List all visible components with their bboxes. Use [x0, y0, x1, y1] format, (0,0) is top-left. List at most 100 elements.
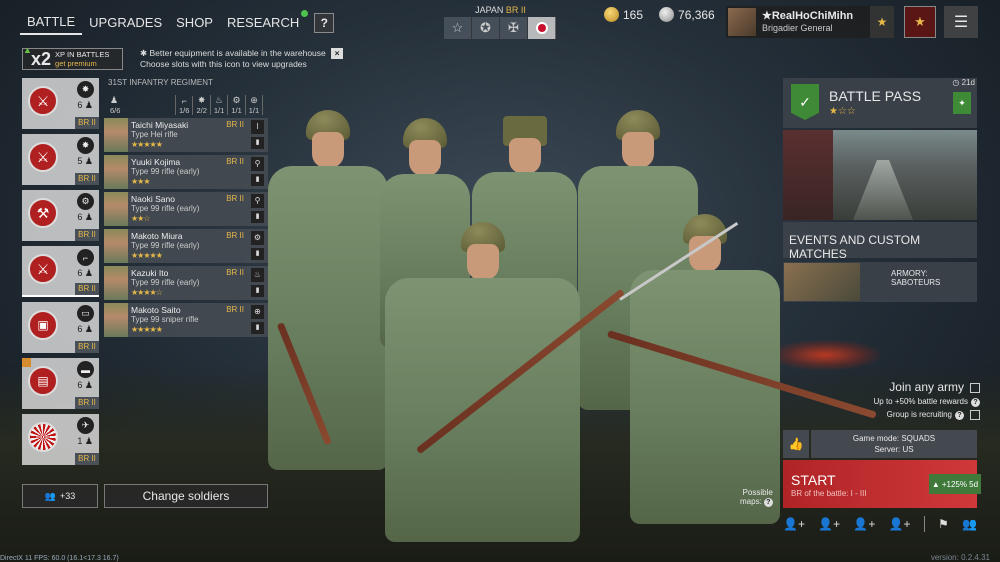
reserve-button[interactable]: 👥 +33 [22, 484, 98, 508]
soldier-name: Taichi Miyasaki [131, 120, 189, 130]
army-selector: JAPAN BR II ☆ ✪ ✠ [444, 5, 557, 39]
ammo-icon: ▮ [251, 285, 264, 297]
crosshair-icon: ⊕ [250, 95, 258, 105]
recruiting-label: Group is recruiting [886, 410, 952, 420]
group-icon[interactable]: 👥 [962, 517, 977, 531]
soldier-weapon: Type 99 rifle (early) [131, 241, 200, 250]
fire-icon: ♨ [215, 95, 224, 105]
notification-dot [301, 10, 309, 17]
soldier-row[interactable]: Makoto Miura Type 99 rifle (early) ★★★★★… [104, 229, 268, 263]
game-mode-info[interactable]: Game mode: SQUADS Server: US [811, 430, 977, 458]
xp-multiplier: ▲ x2 [23, 44, 52, 69]
invite-player-icon[interactable]: 👤+ [818, 517, 840, 531]
tab-research-label: RESEARCH [226, 15, 300, 30]
help-icon[interactable]: ? [763, 498, 773, 507]
invite-player-icon[interactable]: 👤+ [853, 517, 875, 531]
rank-star-icon: ★ [870, 6, 894, 38]
shovel-icon: ⚲ [251, 194, 264, 208]
soldier-row[interactable]: Naoki Sano Type 99 rifle (early) ★★☆ BR … [104, 192, 268, 226]
regiment-title: 31ST INFANTRY REGIMENT [108, 78, 213, 87]
soldier-portrait [104, 155, 128, 189]
grenade-icon: ✸ [77, 81, 94, 98]
army-option-japan[interactable] [528, 17, 556, 39]
ammo-icon: ▮ [251, 137, 264, 149]
recruiting-checkbox[interactable] [970, 410, 980, 420]
silver-amount: 76,366 [678, 7, 715, 22]
tab-battle[interactable]: BATTLE [20, 10, 83, 35]
squad-slot[interactable]: ✈ 1 ♟ BR II [22, 414, 99, 465]
squad-slot[interactable]: ⚔ ✸ 6 ♟ BR II [22, 78, 99, 129]
event-thumbnail [784, 263, 860, 301]
events-button[interactable]: EVENTS AND CUSTOM MATCHES [783, 222, 977, 261]
squad-br: BR II [75, 229, 99, 241]
squad-slot[interactable]: ⚒ ⚙ 6 ♟ BR II [22, 190, 99, 241]
soldier-row[interactable]: Makoto Saito Type 99 sniper rifle ★★★★★ … [104, 303, 268, 337]
rank-insignia-icon[interactable]: ★ [904, 6, 936, 38]
thumbs-up-icon[interactable]: 👍 [783, 430, 809, 458]
invite-player-icon[interactable]: 👤+ [889, 517, 911, 531]
soldier-row[interactable]: Taichi Miyasaki Type Hei rifle ★★★★★ BR … [104, 118, 268, 152]
change-soldiers-button[interactable]: Change soldiers [104, 484, 268, 508]
infantry-emblem-icon: ⚔ [28, 254, 58, 284]
soldier-row[interactable]: Yuuki Kojima Type 99 rifle (early) ★★★ B… [104, 155, 268, 189]
squad-slot[interactable]: ▤ ▬ 6 ♟ BR II [22, 358, 99, 409]
soldier-portrait [104, 192, 128, 226]
join-any-army-label: Join any army [889, 380, 964, 394]
event-card[interactable]: ARMORY: SABOTEURS [783, 262, 977, 302]
person-icon: ♟ [84, 436, 93, 446]
soldier-br: BR II [226, 305, 244, 314]
get-premium-link[interactable]: get premium [55, 59, 109, 68]
soldier-weapon: Type Hei rifle [131, 130, 178, 139]
fps-counter: DirectX 11 FPS: 60.0 (16.1<17.3 16.7) [0, 555, 119, 562]
help-icon[interactable]: ? [971, 398, 980, 407]
soldier-model [385, 222, 580, 542]
soldier-row[interactable]: Kazuki Ito Type 99 rifle (early) ★★★★☆ B… [104, 266, 268, 300]
close-icon[interactable]: × [331, 48, 344, 59]
ammo-icon: ▮ [251, 322, 264, 334]
tank-emblem-icon: ▣ [28, 310, 58, 340]
squad-slot-selected[interactable]: ⚔ ⌐ 6 ♟ BR II [22, 246, 99, 297]
battle-pass-image[interactable] [783, 130, 977, 220]
mode-row: 👍 Game mode: SQUADS Server: US [783, 430, 977, 458]
ammo-icon: ▮ [251, 248, 264, 260]
gold-amount: 165 [623, 7, 644, 22]
bonus-label: Up to +50% battle rewards [873, 397, 969, 406]
help-icon[interactable]: ? [955, 411, 964, 421]
squad-count: 6 [77, 324, 83, 334]
flag-icon[interactable]: ⚑ [938, 517, 949, 531]
tab-shop[interactable]: SHOP [169, 11, 220, 34]
premium-box[interactable]: ▲ x2 XP IN BATTLES get premium [22, 44, 123, 70]
start-button[interactable]: START BR of the battle: I - III ▲ +125% 5… [783, 460, 981, 508]
soldier-br: BR II [226, 157, 244, 166]
reserve-count: +33 [59, 491, 76, 501]
army-option-star[interactable]: ☆ [444, 17, 472, 39]
person-icon: ♟ [84, 380, 93, 390]
squad-br: BR II [75, 453, 99, 465]
squad-slot[interactable]: ▣ ▭ 6 ♟ BR II [22, 302, 99, 353]
join-any-army-checkbox[interactable] [970, 382, 980, 393]
help-button[interactable]: ? [314, 12, 335, 33]
squad-slot[interactable]: ⚔ ✸ 5 ♟ BR II [22, 134, 99, 185]
tab-research[interactable]: RESEARCH [220, 10, 309, 34]
wrench-icon: ⚙ [77, 193, 94, 210]
soldier-stars: ★★★★☆ [131, 288, 163, 297]
soldier-br: BR II [226, 231, 244, 240]
army-option-star-circle[interactable]: ✪ [472, 17, 500, 39]
knife-icon: ǀ [251, 120, 264, 134]
star-icon: ☆ [451, 20, 464, 35]
soldier-model [268, 110, 388, 470]
squad-invite-row: 👤+ 👤+ 👤+ 👤+ ⚑ 👥 [783, 516, 977, 532]
invite-player-icon[interactable]: 👤+ [783, 517, 805, 531]
player-rank: Brigadier General [762, 23, 833, 33]
squad-br: BR II [75, 117, 99, 129]
battle-pass-card[interactable]: ✓ BATTLE PASS ★☆☆ ◷ 21d ✦ [783, 78, 977, 128]
player-profile[interactable]: ★RealHoChiMihn Brigadier General ★ [726, 6, 894, 38]
shovel-icon: ⚲ [251, 157, 264, 171]
squad-count: 6 [77, 100, 83, 110]
tab-upgrades[interactable]: UPGRADES [82, 11, 169, 34]
menu-button[interactable]: ☰ [944, 6, 978, 38]
battle-pass-title: BATTLE PASS [829, 88, 922, 104]
army-option-cross[interactable]: ✠ [500, 17, 528, 39]
soldier-portrait [104, 266, 128, 300]
battle-pass-stars: ★☆☆ [829, 106, 856, 117]
